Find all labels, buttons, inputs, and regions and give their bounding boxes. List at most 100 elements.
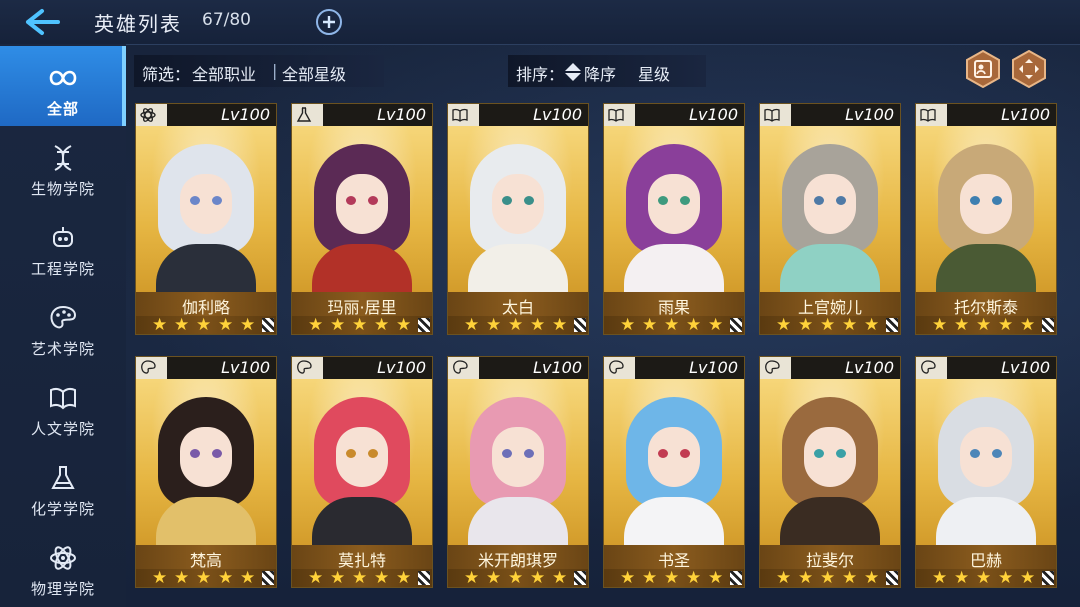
hero-card-view-button[interactable] <box>964 49 1002 89</box>
hero-card-michelangelo[interactable]: Lv100 米开朗琪罗 ★ ★ ★ ★ ★ <box>448 357 588 587</box>
hero-portrait <box>292 379 432 545</box>
card-header: Lv100 <box>604 104 744 126</box>
sidebar: 全部 生物学院 工程学院 艺术学院 人文学院 化学学院 物理学院 <box>0 44 126 607</box>
add-button[interactable] <box>316 9 342 35</box>
star-rating: ★ ★ ★ ★ ★ <box>292 315 432 334</box>
sidebar-item-label: 物理学院 <box>30 580 95 598</box>
filter-label: 筛选： <box>142 65 191 84</box>
level-label: Lv100 <box>377 105 426 124</box>
level-label: Lv100 <box>533 358 582 377</box>
level-label: Lv100 <box>377 358 426 377</box>
card-header: Lv100 <box>916 357 1056 379</box>
hero-portrait <box>136 379 276 545</box>
star-rating: ★ ★ ★ ★ ★ <box>292 568 432 587</box>
hero-portrait <box>916 379 1056 545</box>
card-header: Lv100 <box>916 104 1056 126</box>
hero-card-shangguan-waner[interactable]: Lv100 上官婉儿 ★ ★ ★ ★ ★ <box>760 104 900 334</box>
hero-card-marie-curie[interactable]: Lv100 玛丽·居里 ★ ★ ★ ★ ★ <box>292 104 432 334</box>
hero-card-bach[interactable]: Lv100 巴赫 ★ ★ ★ ★ ★ <box>916 357 1056 587</box>
book-icon <box>452 108 468 122</box>
expand-view-button[interactable] <box>1010 49 1048 89</box>
card-header: Lv100 <box>448 104 588 126</box>
sidebar-item-label: 化学学院 <box>30 500 95 518</box>
back-button[interactable] <box>22 7 62 37</box>
hero-card-shusheng[interactable]: Lv100 书圣 ★ ★ ★ ★ ★ <box>604 357 744 587</box>
star-rating: ★ ★ ★ ★ ★ <box>136 568 276 587</box>
flask-icon <box>51 466 75 489</box>
sidebar-item-all[interactable]: 全部 <box>0 46 126 126</box>
hero-portrait <box>136 126 276 292</box>
filter-star-value[interactable]: 全部星级 <box>282 61 346 85</box>
sidebar-item-biology[interactable]: 生物学院 <box>0 126 126 206</box>
sort-label: 排序： <box>516 65 565 84</box>
level-label: Lv100 <box>689 358 738 377</box>
flask-icon <box>296 107 312 122</box>
hero-card-tolstoy[interactable]: Lv100 托尔斯泰 ★ ★ ★ ★ ★ <box>916 104 1056 334</box>
level-label: Lv100 <box>221 358 270 377</box>
sidebar-item-engineering[interactable]: 工程学院 <box>0 206 126 286</box>
star-rating: ★ ★ ★ ★ ★ <box>448 315 588 334</box>
infinity-icon <box>49 70 77 86</box>
page-title: 英雄列表 <box>94 12 182 36</box>
hero-card-mozart[interactable]: Lv100 莫扎特 ★ ★ ★ ★ ★ <box>292 357 432 587</box>
hero-portrait <box>292 126 432 292</box>
book-icon <box>50 387 76 410</box>
plus-icon <box>323 16 335 28</box>
level-label: Lv100 <box>689 105 738 124</box>
hero-portrait <box>448 126 588 292</box>
level-label: Lv100 <box>1001 105 1050 124</box>
sidebar-item-humanities[interactable]: 人文学院 <box>0 366 126 446</box>
hero-card-raphael[interactable]: Lv100 拉斐尔 ★ ★ ★ ★ ★ <box>760 357 900 587</box>
level-label: Lv100 <box>1001 358 1050 377</box>
palette-icon <box>609 360 624 374</box>
sidebar-item-label: 生物学院 <box>30 180 95 198</box>
hero-card-galileo[interactable]: Lv100 伽利略 ★ ★ ★ ★ ★ <box>136 104 276 334</box>
star-rating: ★ ★ ★ ★ ★ <box>604 568 744 587</box>
dna-icon <box>54 145 72 171</box>
book-icon <box>608 108 624 122</box>
hero-portrait <box>604 379 744 545</box>
star-rating: ★ ★ ★ ★ ★ <box>760 568 900 587</box>
hero-portrait <box>760 126 900 292</box>
star-rating: ★ ★ ★ ★ ★ <box>604 315 744 334</box>
card-header: Lv100 <box>604 357 744 379</box>
sidebar-item-physics[interactable]: 物理学院 <box>0 526 126 606</box>
filter-class-value[interactable]: 全部职业 <box>192 61 256 85</box>
palette-icon <box>141 360 156 374</box>
top-bar: 英雄列表 67/80 <box>0 0 1080 45</box>
card-header: Lv100 <box>448 357 588 379</box>
level-label: Lv100 <box>533 105 582 124</box>
sidebar-item-art[interactable]: 艺术学院 <box>0 286 126 366</box>
sort-bar: 排序： 降序 星级 <box>508 55 706 87</box>
hero-portrait <box>604 126 744 292</box>
level-label: Lv100 <box>845 358 894 377</box>
hero-portrait <box>760 379 900 545</box>
card-header: Lv100 <box>292 357 432 379</box>
star-rating: ★ ★ ★ ★ ★ <box>136 315 276 334</box>
hero-card-van-gogh[interactable]: Lv100 梵高 ★ ★ ★ ★ ★ <box>136 357 276 587</box>
palette-icon <box>921 360 936 374</box>
hero-count: 67/80 <box>202 10 251 30</box>
hero-card-hugo[interactable]: Lv100 雨果 ★ ★ ★ ★ ★ <box>604 104 744 334</box>
atom-icon <box>50 546 76 570</box>
sort-order-button[interactable]: 降序 <box>584 61 616 85</box>
sort-field-button[interactable]: 星级 <box>638 61 670 85</box>
card-header: Lv100 <box>136 104 276 126</box>
atom-icon <box>140 108 156 122</box>
filter-bar[interactable]: 筛选： 全部职业 | 全部星级 <box>134 55 384 87</box>
filter-divider: | <box>272 61 278 80</box>
sidebar-item-label: 人文学院 <box>30 420 95 438</box>
sidebar-item-chemistry[interactable]: 化学学院 <box>0 446 126 526</box>
id-card-icon <box>966 49 1000 89</box>
card-header: Lv100 <box>760 357 900 379</box>
palette-icon <box>50 305 77 329</box>
palette-icon <box>765 360 780 374</box>
level-label: Lv100 <box>221 105 270 124</box>
expand-arrows-icon <box>1012 49 1046 89</box>
sort-arrows-icon <box>565 63 581 81</box>
star-rating: ★ ★ ★ ★ ★ <box>760 315 900 334</box>
book-icon <box>764 108 780 122</box>
palette-icon <box>453 360 468 374</box>
hero-card-taibai[interactable]: Lv100 太白 ★ ★ ★ ★ ★ <box>448 104 588 334</box>
arrow-left-icon <box>26 9 60 35</box>
